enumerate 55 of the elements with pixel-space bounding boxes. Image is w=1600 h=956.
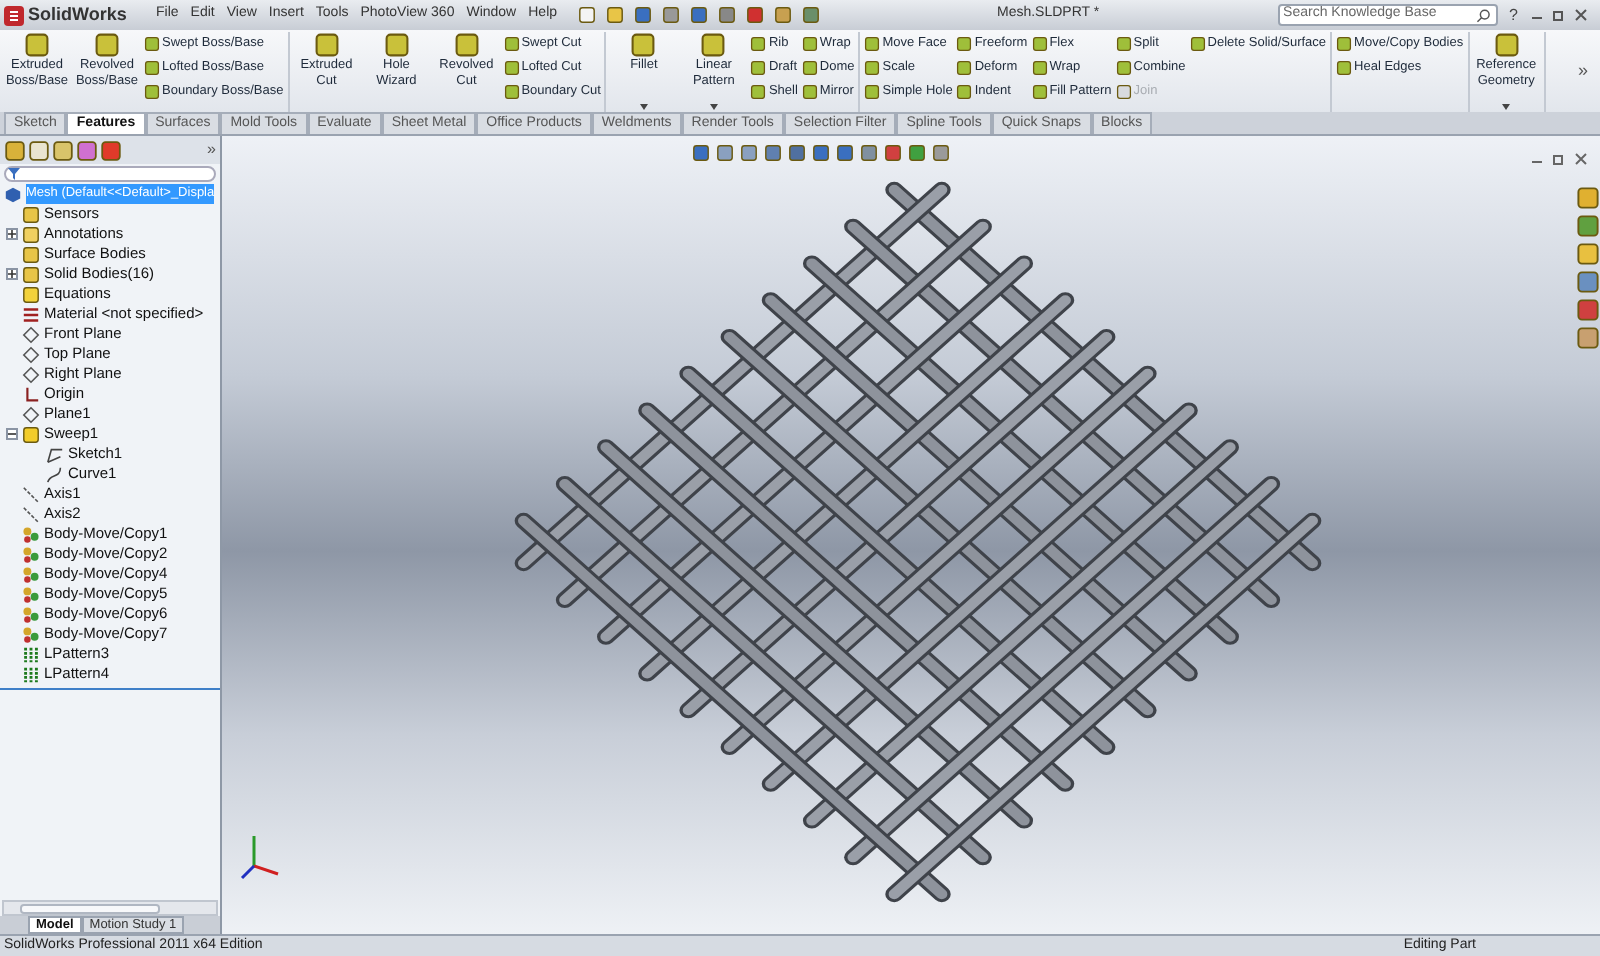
bodies-icon (22, 525, 40, 543)
collapse-toggle[interactable] (5, 428, 17, 440)
feature-icon (1493, 32, 1520, 58)
filter-field[interactable] (4, 166, 216, 182)
restore-icon[interactable] (1552, 8, 1566, 22)
bodies-icon (22, 565, 40, 583)
folder-icon (22, 205, 40, 223)
curve-icon (46, 465, 64, 483)
more-button[interactable]: » (207, 138, 216, 162)
app-logo-icon (4, 5, 24, 25)
help-button[interactable]: ? (1509, 3, 1518, 27)
panel-tab-icon (76, 139, 98, 161)
panel-tab-icon (52, 139, 74, 161)
horizontal-scrollbar[interactable] (2, 900, 218, 916)
expand-toggle[interactable] (5, 228, 17, 240)
feature-icon (24, 32, 50, 58)
task-pane-icon (1576, 242, 1600, 266)
axis-triad-icon (238, 830, 282, 882)
bodies-icon (22, 625, 40, 643)
panel-tab-icon (4, 139, 26, 161)
origin-icon (22, 385, 40, 403)
sketch-icon (46, 445, 64, 463)
filter-icon (8, 168, 20, 180)
panel-tab-icon (28, 139, 50, 161)
close-icon[interactable] (1574, 152, 1588, 166)
expand-toggle[interactable] (5, 268, 17, 280)
plane-icon (22, 405, 40, 423)
more-button[interactable]: » (1577, 58, 1596, 86)
app-name: SolidWorks (28, 1, 127, 28)
restore-icon[interactable] (1552, 152, 1566, 166)
part-icon (4, 185, 22, 203)
task-pane-icon (1576, 326, 1600, 350)
sweep-icon (22, 425, 40, 443)
bodies-icon (22, 605, 40, 623)
pattern-icon (22, 665, 40, 683)
equation-icon (22, 285, 40, 303)
task-pane-icon (1576, 214, 1600, 238)
task-pane-icon (1576, 270, 1600, 294)
annotation-icon (22, 225, 40, 243)
panel-tab-icon (100, 139, 122, 161)
task-pane-icon (1576, 298, 1600, 322)
material-icon (22, 305, 40, 323)
pattern-icon (22, 645, 40, 663)
close-icon[interactable] (1574, 8, 1588, 22)
search-icon[interactable] (1476, 7, 1492, 23)
bodies-icon (22, 585, 40, 603)
feature-icon (383, 32, 410, 58)
bodies-icon (22, 545, 40, 563)
feature-icon (94, 32, 120, 58)
feature-icon (1189, 36, 1206, 52)
task-pane-icon (1576, 186, 1600, 210)
feature-icon (630, 32, 657, 58)
feature-icon (453, 32, 480, 58)
feature-icon (313, 32, 340, 58)
feature-icon (700, 32, 727, 58)
